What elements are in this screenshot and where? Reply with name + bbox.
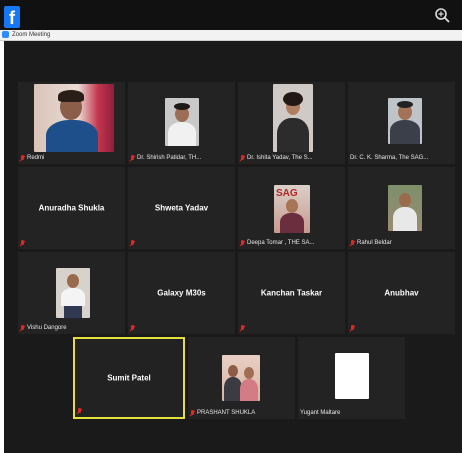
- muted-mic-icon: [240, 154, 245, 162]
- muted-mic-icon: [20, 324, 25, 332]
- participant-video: [34, 84, 114, 152]
- participant-name-label: Vishu Dangore: [20, 324, 67, 332]
- participant-photo: [56, 268, 90, 318]
- muted-mic-icon: [130, 324, 135, 332]
- participant-tile[interactable]: SAG Deepa Tomar , THE SA...: [238, 167, 345, 249]
- participant-name-label: Dr. Shirish Patidar, TH...: [130, 154, 201, 162]
- muted-mic-icon: [240, 239, 245, 247]
- participant-display-name: Galaxy M30s: [157, 288, 206, 298]
- muted-mic-icon: [190, 409, 195, 417]
- muted-mic-icon: [350, 324, 355, 332]
- participant-name-label: [130, 324, 135, 332]
- participant-tile[interactable]: PRASHANT SHUKLA: [188, 337, 295, 419]
- participant-photo: [388, 98, 422, 144]
- zoom-in-icon[interactable]: [434, 7, 450, 23]
- participant-name: Redmi: [27, 155, 45, 161]
- window-title-bar: Zoom Meeting: [0, 30, 462, 41]
- participant-display-name: Anuradha Shukla: [38, 203, 105, 213]
- participant-display-name: Anubhav: [384, 288, 419, 298]
- muted-mic-icon: [240, 324, 245, 332]
- participant-tile[interactable]: Anubhav: [348, 252, 455, 334]
- window-title: Zoom Meeting: [12, 32, 51, 38]
- participant-tile[interactable]: Shweta Yadav: [128, 167, 235, 249]
- participant-name-label: [20, 239, 25, 247]
- participant-tile[interactable]: Kanchan Taskar: [238, 252, 345, 334]
- participant-tile[interactable]: Redmi: [18, 82, 125, 164]
- muted-mic-icon: [130, 154, 135, 162]
- participant-photo: [165, 98, 199, 146]
- participant-name-label: [350, 324, 355, 332]
- participant-name: Dr. Ishita Yadav, The S...: [247, 155, 313, 161]
- top-bar: f: [0, 0, 462, 30]
- participant-name: Yugant Maltare: [300, 410, 341, 416]
- participant-name: Dr. C. K. Sharma, The SAG...: [350, 155, 429, 161]
- muted-mic-icon: [130, 239, 135, 247]
- participant-name-label: [130, 239, 135, 247]
- participant-name-label: Redmi: [20, 154, 44, 162]
- participant-name-label: [77, 407, 82, 415]
- participant-tile[interactable]: Dr. Shirish Patidar, TH...: [128, 82, 235, 164]
- participant-name: PRASHANT SHUKLA: [197, 410, 256, 416]
- participant-photo: SAG: [274, 185, 310, 233]
- participant-photo: [273, 84, 313, 152]
- participant-tile[interactable]: Rahul Beldar: [348, 167, 455, 249]
- participant-tile[interactable]: Vishu Dangore: [18, 252, 125, 334]
- participant-name: Vishu Dangore: [27, 325, 67, 331]
- participant-name: Rahul Beldar: [357, 240, 392, 246]
- participant-name: Dr. Shirish Patidar, TH...: [137, 155, 202, 161]
- participant-photo: [222, 355, 260, 401]
- participant-tile[interactable]: Anuradha Shukla: [18, 167, 125, 249]
- participant-name-label: PRASHANT SHUKLA: [190, 409, 255, 417]
- participant-tile[interactable]: Yugant Maltare: [298, 337, 405, 419]
- participant-name-label: Yugant Maltare: [300, 409, 340, 417]
- muted-mic-icon: [20, 154, 25, 162]
- participant-tile[interactable]: Dr. Ishita Yadav, The S...: [238, 82, 345, 164]
- participant-name-label: Dr. Ishita Yadav, The S...: [240, 154, 313, 162]
- active-speaker-tile[interactable]: Sumit Patel: [73, 337, 185, 419]
- participant-photo: [335, 353, 369, 399]
- zoom-app-icon: [2, 31, 9, 38]
- participant-name-label: [240, 324, 245, 332]
- muted-mic-icon: [20, 239, 25, 247]
- participant-tile[interactable]: Dr. C. K. Sharma, The SAG...: [348, 82, 455, 164]
- participant-name-label: Dr. C. K. Sharma, The SAG...: [350, 154, 428, 162]
- participant-display-name: Shweta Yadav: [154, 203, 209, 213]
- participant-name-label: Deepa Tomar , THE SA...: [240, 239, 314, 247]
- participant-display-name: Sumit Patel: [107, 373, 151, 383]
- participant-display-name: Kanchan Taskar: [260, 288, 323, 298]
- gallery-view: Redmi Dr. Shirish Patidar, TH... Dr. Ish…: [4, 41, 462, 453]
- participant-name-label: Rahul Beldar: [350, 239, 392, 247]
- participant-photo: [388, 185, 422, 231]
- participant-tile[interactable]: Galaxy M30s: [128, 252, 235, 334]
- muted-mic-icon: [77, 407, 82, 415]
- participant-name: Deepa Tomar , THE SA...: [247, 240, 315, 246]
- muted-mic-icon: [350, 239, 355, 247]
- facebook-icon: f: [4, 6, 20, 28]
